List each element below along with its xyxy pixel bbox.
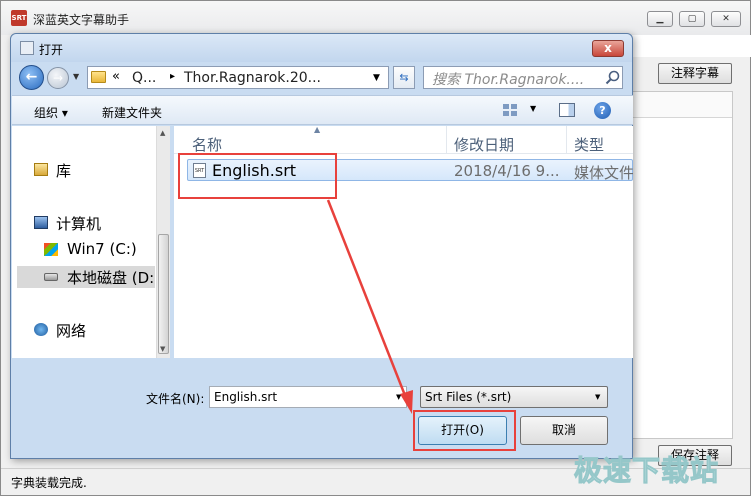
app-toolbar-area <box>631 35 751 57</box>
address-dropdown-icon[interactable]: ▼ <box>373 73 380 83</box>
maximize-button[interactable]: ▢ <box>679 11 705 27</box>
nav-item-label: Win7 (C:) <box>67 240 137 258</box>
column-divider[interactable] <box>446 126 447 154</box>
dialog-title: 打开 <box>39 43 64 57</box>
back-arrow-icon[interactable]: ← <box>19 65 44 90</box>
address-overflow-chevron[interactable]: « <box>112 69 120 84</box>
folder-icon <box>91 71 106 83</box>
column-date-modified[interactable]: 修改日期 <box>454 134 514 155</box>
column-name[interactable]: 名称 <box>192 134 222 155</box>
new-folder-button[interactable]: 新建文件夹 <box>102 104 162 121</box>
forward-arrow-icon[interactable]: → <box>47 67 69 89</box>
annotation-panel-header <box>632 92 732 118</box>
nav-item-libraries[interactable]: 库 <box>12 159 152 181</box>
nav-item-label: 库 <box>56 162 72 180</box>
organize-menu[interactable]: 组织 ▾ <box>34 104 68 121</box>
preview-pane-icon[interactable] <box>559 103 575 117</box>
view-dropdown-icon[interactable]: ▼ <box>530 104 536 113</box>
annotate-subtitle-button[interactable]: 注释字幕 <box>658 63 732 84</box>
filename-input[interactable]: English.srt ▼ <box>209 386 407 408</box>
nav-item-drive-d[interactable]: 本地磁盘 (D: <box>17 266 155 288</box>
column-type[interactable]: 类型 <box>574 134 604 155</box>
view-options-icon[interactable] <box>502 103 518 117</box>
computer-icon <box>34 216 48 229</box>
address-bar[interactable]: « Q... ▸ Thor.Ragnarok.20... ▼ <box>87 66 389 89</box>
nav-item-network[interactable]: 网络 <box>12 319 152 341</box>
cancel-button[interactable]: 取消 <box>520 416 608 445</box>
local-disk-icon <box>44 273 58 281</box>
scroll-down-icon[interactable]: ▼ <box>160 345 165 353</box>
filename-label: 文件名(N): <box>146 392 205 406</box>
filename-dropdown-icon[interactable]: ▼ <box>396 393 401 401</box>
column-divider[interactable] <box>566 126 567 154</box>
highlight-box-file <box>178 153 337 199</box>
filename-value: English.srt <box>214 390 278 404</box>
dialog-titlebar: 打开 x <box>11 34 632 62</box>
nav-item-label: 网络 <box>56 322 87 340</box>
refresh-icon[interactable]: ⇆ <box>393 66 415 89</box>
app-title: 深蓝英文字幕助手 <box>33 13 130 27</box>
minimize-button[interactable]: ▁ <box>647 11 673 27</box>
dialog-toolbar: 组织 ▾ 新建文件夹 ▼ ? <box>12 95 633 125</box>
app-icon: SRT <box>11 10 27 26</box>
dialog-close-button[interactable]: x <box>592 40 624 57</box>
nav-item-label: 计算机 <box>56 215 102 233</box>
scroll-up-icon[interactable]: ▲ <box>160 129 165 137</box>
app-titlebar: SRT 深蓝英文字幕助手 ▁ ▢ ✕ <box>1 1 750 35</box>
breadcrumb-separator-icon[interactable]: ▸ <box>170 71 175 82</box>
watermark: 极速下载站 <box>573 454 720 488</box>
navigation-pane: 库 计算机 Win7 (C:) 本地磁盘 (D: 网络 ▲ ▼ <box>12 126 170 358</box>
nav-item-computer[interactable]: 计算机 <box>12 212 152 234</box>
file-type: 媒体文件 <box>574 164 633 182</box>
file-type-filter-select[interactable]: Srt Files (*.srt) ▼ <box>420 386 608 408</box>
nav-scrollbar[interactable]: ▲ ▼ <box>156 126 170 358</box>
dialog-icon <box>20 41 34 55</box>
nav-item-label: 本地磁盘 (D: <box>67 269 155 287</box>
breadcrumb-segment[interactable]: Q... <box>132 70 156 86</box>
network-icon <box>34 323 48 336</box>
column-header: ▲ 名称 修改日期 类型 <box>174 126 633 154</box>
search-input[interactable]: 搜索 Thor.Ragnarok.... <box>423 66 623 89</box>
close-button[interactable]: ✕ <box>711 11 741 27</box>
open-file-dialog: 打开 x ← → ▼ « Q... ▸ Thor.Ragnarok.20... … <box>10 33 633 459</box>
scroll-thumb[interactable] <box>158 234 169 354</box>
file-date: 2018/4/16 9... <box>454 162 560 180</box>
filter-value: Srt Files (*.srt) <box>425 390 512 404</box>
search-icon[interactable] <box>605 70 620 85</box>
sort-ascending-icon: ▲ <box>314 126 321 134</box>
highlight-box-open-button <box>413 410 516 451</box>
annotation-panel <box>631 91 733 439</box>
windows-drive-icon <box>44 243 58 256</box>
breadcrumb-segment[interactable]: Thor.Ragnarok.20... <box>184 70 321 86</box>
recent-pages-dropdown-icon[interactable]: ▼ <box>73 72 79 81</box>
filter-dropdown-icon[interactable]: ▼ <box>595 393 600 401</box>
status-text: 字典装载完成. <box>11 476 87 490</box>
nav-item-drive-c[interactable]: Win7 (C:) <box>12 239 152 261</box>
help-icon[interactable]: ? <box>594 102 611 119</box>
search-placeholder: 搜索 Thor.Ragnarok.... <box>432 72 585 88</box>
library-icon <box>34 163 48 176</box>
